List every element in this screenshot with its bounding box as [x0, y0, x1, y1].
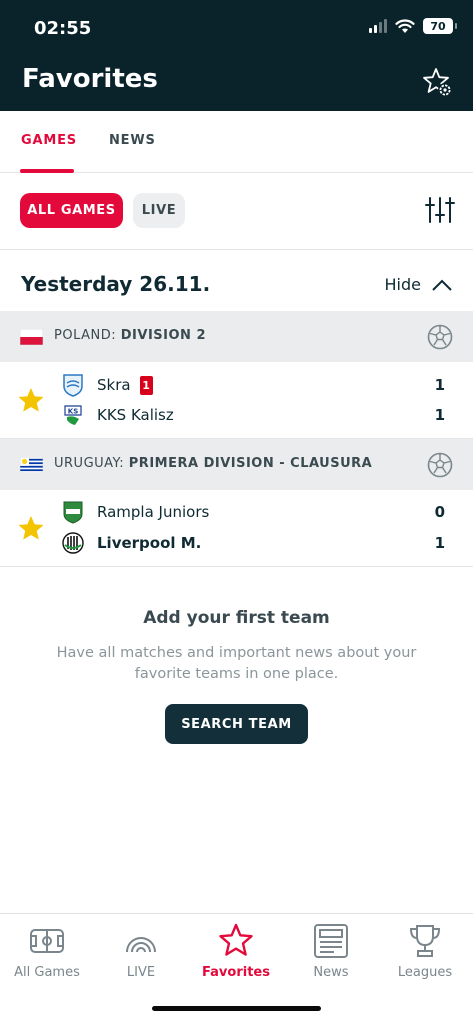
sliders-icon[interactable]: [425, 195, 455, 225]
tab-news[interactable]: NEWS: [109, 133, 156, 148]
home-team: Rampla Juniors: [62, 500, 209, 524]
away-score: 1: [434, 534, 445, 552]
status-indicators: 70: [369, 18, 457, 34]
nav-news[interactable]: News: [284, 922, 378, 980]
empty-state-title: Add your first team: [143, 608, 330, 628]
nav-favorites[interactable]: Favorites: [189, 922, 283, 980]
league-name: POLAND: DIVISION 2: [54, 328, 206, 343]
empty-state-text: Have all matches and important news abou…: [56, 645, 417, 682]
hide-toggle-button[interactable]: Hide: [385, 275, 453, 294]
newspaper-icon: [314, 924, 348, 958]
field-icon: [30, 929, 64, 953]
status-time: 02:55: [34, 18, 92, 39]
nav-label: Favorites: [202, 965, 270, 980]
team-name: Liverpool M.: [97, 534, 202, 552]
team-logo-icon: KS: [64, 405, 82, 425]
nav-live[interactable]: LIVE: [94, 922, 188, 980]
hide-label: Hide: [384, 275, 421, 294]
svg-text:KS: KS: [68, 408, 78, 416]
search-team-button[interactable]: SEARCH TEAM: [165, 704, 308, 744]
date-section-header: Yesterday 26.11. Hide: [0, 250, 473, 312]
all-games-chip[interactable]: ALL GAMES: [20, 193, 123, 228]
nav-label: News: [313, 965, 349, 980]
star-icon: [219, 923, 253, 956]
battery-indicator: 70: [423, 18, 457, 34]
match-row[interactable]: Skra 1 1 KS KKS Kalisz 1: [0, 362, 473, 439]
tab-games[interactable]: GAMES: [21, 133, 77, 148]
section-date: Yesterday 26.11.: [21, 272, 211, 296]
nav-label: All Games: [14, 965, 80, 980]
cellular-signal-icon: [369, 19, 387, 33]
match-row[interactable]: Rampla Juniors 0 Liverpool M. 1: [0, 490, 473, 567]
home-score: 0: [434, 503, 445, 521]
league-header[interactable]: URUGUAY: PRIMERA DIVISION - CLAUSURA: [0, 439, 473, 490]
wifi-icon: [395, 18, 415, 33]
red-card-badge: 1: [139, 375, 153, 395]
team-logo-icon: [63, 374, 83, 397]
uruguay-flag-icon: [20, 457, 43, 473]
broadcast-icon: [126, 937, 156, 953]
trophy-icon: [409, 925, 441, 957]
soccer-ball-icon: [427, 452, 453, 478]
home-team: Skra 1: [62, 373, 153, 397]
home-score: 1: [434, 376, 445, 394]
away-score: 1: [434, 406, 445, 424]
page-title: Favorites: [22, 64, 158, 94]
live-chip[interactable]: LIVE: [133, 193, 185, 228]
nav-label: LIVE: [126, 965, 156, 980]
nav-label: Leagues: [397, 965, 453, 980]
away-team: Liverpool M.: [62, 531, 201, 555]
soccer-ball-icon: [427, 324, 453, 350]
away-team: KS KKS Kalisz: [62, 403, 174, 427]
team-name: Rampla Juniors: [97, 503, 210, 521]
team-logo-icon: [62, 532, 84, 554]
league-header[interactable]: POLAND: DIVISION 2: [0, 311, 473, 362]
team-name: KKS Kalisz: [97, 406, 174, 424]
team-logo-icon: [63, 501, 83, 524]
nav-leagues[interactable]: Leagues: [378, 922, 472, 980]
team-name: Skra: [97, 376, 131, 394]
favorite-star-icon[interactable]: [17, 386, 45, 414]
chevron-up-icon: [432, 279, 452, 291]
star-gear-icon[interactable]: [421, 66, 455, 100]
favorite-star-icon[interactable]: [17, 514, 45, 542]
app-header: 02:55 70 Favorites: [0, 0, 473, 111]
poland-flag-icon: [20, 329, 43, 345]
filter-bar: ALL GAMES LIVE: [0, 173, 473, 250]
home-indicator: [152, 1006, 321, 1011]
nav-all-games[interactable]: All Games: [0, 922, 94, 980]
league-name: URUGUAY: PRIMERA DIVISION - CLAUSURA: [54, 456, 373, 471]
content-tabs: GAMES NEWS: [0, 111, 473, 173]
